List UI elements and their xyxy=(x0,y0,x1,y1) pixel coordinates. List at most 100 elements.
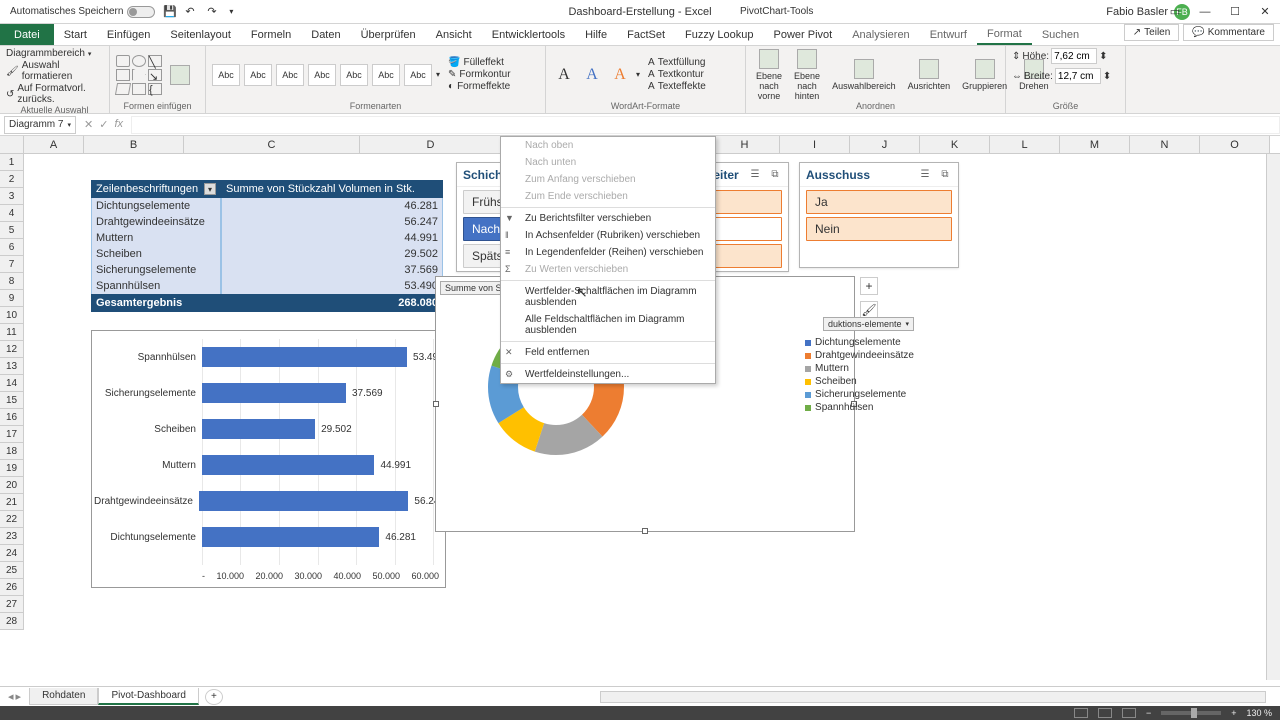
shape-fill[interactable]: 🪣 Fülleffekt xyxy=(448,57,504,68)
context-menu-item[interactable]: Alle Feldschaltflächen im Diagramm ausbl… xyxy=(501,311,715,339)
text-outline[interactable]: A Textkontur xyxy=(648,69,704,80)
autosave-toggle[interactable]: Automatisches Speichern xyxy=(10,6,155,18)
zoom-in-icon[interactable]: + xyxy=(1231,708,1236,718)
accept-formula-icon[interactable]: ✓ xyxy=(99,118,108,131)
height-input[interactable]: ⇕ Höhe: ⬍ xyxy=(1012,48,1107,64)
fx-icon[interactable]: fx xyxy=(114,118,123,131)
tab-suchen[interactable]: Suchen xyxy=(1032,24,1089,45)
col-header-N[interactable]: N xyxy=(1130,136,1200,153)
arrange-btn-1[interactable]: Ebene nach hinten xyxy=(790,49,824,101)
col-header-L[interactable]: L xyxy=(990,136,1060,153)
tab-daten[interactable]: Daten xyxy=(301,24,350,45)
row-header-12[interactable]: 12 xyxy=(0,341,24,358)
comments-button[interactable]: 💬Kommentare xyxy=(1183,24,1274,41)
text-effects[interactable]: A Texteffekte xyxy=(648,81,706,92)
tab-analysieren[interactable]: Analysieren xyxy=(842,24,919,45)
multiselect-icon[interactable]: ☰ xyxy=(918,168,932,182)
chart-element-selector[interactable]: Diagrammbereich ▾ xyxy=(6,48,91,59)
zoom-slider[interactable] xyxy=(1161,711,1221,715)
zoom-out-icon[interactable]: − xyxy=(1146,708,1151,718)
shape-style-1[interactable]: Abc xyxy=(244,64,272,86)
row-header-2[interactable]: 2 xyxy=(0,171,24,188)
wordart-style-1[interactable]: A xyxy=(552,63,576,87)
formula-input[interactable] xyxy=(131,116,1280,134)
shape-style-4[interactable]: Abc xyxy=(340,64,368,86)
context-menu-item[interactable]: ✕Feld entfernen xyxy=(501,344,715,361)
pivot-row-header[interactable]: Zeilenbeschriftungen▾ xyxy=(91,180,221,198)
tab-entwurf[interactable]: Entwurf xyxy=(920,24,977,45)
row-header-9[interactable]: 9 xyxy=(0,290,24,307)
sheet-nav-first[interactable]: ◂ xyxy=(8,690,14,703)
row-header-15[interactable]: 15 xyxy=(0,392,24,409)
row-header-18[interactable]: 18 xyxy=(0,443,24,460)
reset-style[interactable]: ↺ Auf Formatvorl. zurücks. xyxy=(6,83,103,105)
row-header-6[interactable]: 6 xyxy=(0,239,24,256)
close-button[interactable]: ✕ xyxy=(1250,0,1280,24)
clear-filter-icon[interactable]: ⧉ xyxy=(938,168,952,182)
undo-icon[interactable]: ↶ xyxy=(185,5,199,19)
tab-start[interactable]: Start xyxy=(54,24,97,45)
row-header-28[interactable]: 28 xyxy=(0,613,24,630)
bar-chart[interactable]: Spannhülsen53.490Sicherungselemente37.56… xyxy=(91,330,446,588)
qat-customize-icon[interactable]: ▾ xyxy=(229,7,233,16)
row-header-26[interactable]: 26 xyxy=(0,579,24,596)
tab-überprüfen[interactable]: Überprüfen xyxy=(351,24,426,45)
view-normal-icon[interactable] xyxy=(1074,708,1088,718)
wordart-style-3[interactable]: A xyxy=(608,63,632,87)
sheet-tab[interactable]: Rohdaten xyxy=(29,688,98,705)
row-header-14[interactable]: 14 xyxy=(0,375,24,392)
context-menu-item[interactable]: Wertfelder-Schaltflächen im Diagramm aus… xyxy=(501,283,715,311)
col-header-C[interactable]: C xyxy=(184,136,360,153)
shape-style-5[interactable]: Abc xyxy=(372,64,400,86)
horizontal-scrollbar[interactable] xyxy=(600,691,1266,703)
save-icon[interactable]: 💾 xyxy=(163,5,177,19)
name-box[interactable]: Diagramm 7▾ xyxy=(4,116,76,134)
row-header-8[interactable]: 8 xyxy=(0,273,24,290)
tab-hilfe[interactable]: Hilfe xyxy=(575,24,617,45)
vertical-scrollbar[interactable] xyxy=(1266,154,1280,680)
pivot-filter-icon[interactable]: ▾ xyxy=(204,183,216,195)
row-header-5[interactable]: 5 xyxy=(0,222,24,239)
arrange-btn-2[interactable]: Auswahlbereich xyxy=(828,59,900,91)
col-header-O[interactable]: O xyxy=(1200,136,1270,153)
slicer-ausschuss[interactable]: Ausschuss ☰⧉ JaNein xyxy=(799,162,959,268)
zoom-level[interactable]: 130 % xyxy=(1246,708,1272,718)
tab-factset[interactable]: FactSet xyxy=(617,24,675,45)
row-header-13[interactable]: 13 xyxy=(0,358,24,375)
row-header-21[interactable]: 21 xyxy=(0,494,24,511)
tab-power pivot[interactable]: Power Pivot xyxy=(764,24,843,45)
tab-einfügen[interactable]: Einfügen xyxy=(97,24,160,45)
col-header-I[interactable]: I xyxy=(780,136,850,153)
width-input[interactable]: ⇔ Breite: ⬍ xyxy=(1012,68,1111,84)
context-menu-item[interactable]: ‖In Achsenfelder (Rubriken) verschieben xyxy=(501,227,715,244)
text-fill[interactable]: A Textfüllung xyxy=(648,57,705,68)
col-header-M[interactable]: M xyxy=(1060,136,1130,153)
slicer-item[interactable]: Nein xyxy=(806,217,952,241)
redo-icon[interactable]: ↷ xyxy=(207,5,221,19)
tab-entwicklertools[interactable]: Entwicklertools xyxy=(482,24,575,45)
row-header-24[interactable]: 24 xyxy=(0,545,24,562)
row-header-4[interactable]: 4 xyxy=(0,205,24,222)
shape-gallery[interactable]: ╲↘{ xyxy=(116,55,162,95)
col-header-J[interactable]: J xyxy=(850,136,920,153)
arrange-btn-3[interactable]: Ausrichten xyxy=(904,59,955,91)
col-header-B[interactable]: B xyxy=(84,136,184,153)
row-header-3[interactable]: 3 xyxy=(0,188,24,205)
arrange-btn-0[interactable]: Ebene nach vorne xyxy=(752,49,786,101)
ribbon-options-icon[interactable]: ▭ xyxy=(1160,0,1190,24)
resize-handle-s[interactable] xyxy=(642,528,648,534)
shape-style-2[interactable]: Abc xyxy=(276,64,304,86)
shape-style-3[interactable]: Abc xyxy=(308,64,336,86)
wordart-style-2[interactable]: A xyxy=(580,63,604,87)
shape-effects[interactable]: ◐ Formeffekte xyxy=(448,81,510,92)
resize-handle-w[interactable] xyxy=(433,401,439,407)
row-header-11[interactable]: 11 xyxy=(0,324,24,341)
view-page-break-icon[interactable] xyxy=(1122,708,1136,718)
tab-seitenlayout[interactable]: Seitenlayout xyxy=(160,24,241,45)
row-header-17[interactable]: 17 xyxy=(0,426,24,443)
row-header-1[interactable]: 1 xyxy=(0,154,24,171)
row-header-23[interactable]: 23 xyxy=(0,528,24,545)
format-selection[interactable]: 🖌 Auswahl formatieren xyxy=(6,60,103,82)
row-header-27[interactable]: 27 xyxy=(0,596,24,613)
chart-elements-button[interactable]: + xyxy=(860,277,878,295)
